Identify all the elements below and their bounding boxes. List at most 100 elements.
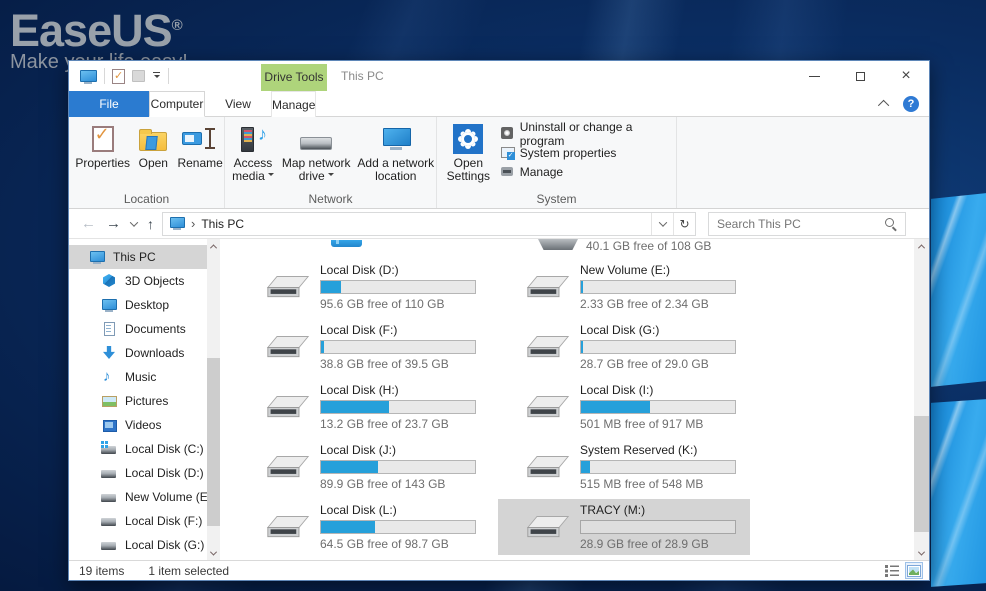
new-folder-quick-icon[interactable] (132, 70, 145, 82)
capacity-bar-fill (581, 401, 650, 413)
drive-free-text: 89.9 GB free of 143 GB (320, 477, 476, 491)
drive-item[interactable]: Local Disk (H:) 13.2 GB free of 23.7 GB (238, 379, 490, 435)
ribbon-tab-label: View (225, 97, 251, 111)
details-view-icon[interactable] (883, 562, 901, 579)
scroll-up-icon[interactable] (914, 239, 929, 254)
sidebar-item-label: Pictures (125, 394, 168, 408)
sidebar-item[interactable]: Documents (69, 317, 207, 341)
drive-name: System Reserved (K:) (580, 443, 736, 457)
drive-item[interactable]: Local Disk (F:) 38.8 GB free of 39.5 GB (238, 319, 490, 375)
breadcrumb[interactable]: This PC (201, 217, 244, 231)
sidebar-scrollbar[interactable] (207, 239, 220, 561)
sidebar-scrollbar-thumb[interactable] (207, 358, 220, 525)
partial-drive-free-text: 40.1 GB free of 108 GB (586, 239, 711, 253)
sidebar-item-icon (89, 249, 105, 265)
search-input[interactable] (709, 217, 869, 231)
address-dropdown-icon[interactable] (651, 213, 673, 235)
sidebar-item[interactable]: This PC (69, 245, 207, 269)
drive-item[interactable]: Local Disk (D:) 95.6 GB free of 110 GB (238, 259, 490, 315)
sidebar-item-label: Documents (125, 322, 186, 336)
customize-toolbar-arrow-icon[interactable] (152, 72, 161, 81)
drive-item[interactable]: Local Disk (L:) 64.5 GB free of 98.7 GB (238, 499, 490, 555)
sidebar-item[interactable]: Pictures (69, 389, 207, 413)
sidebar-item-icon (101, 297, 117, 313)
capacity-bar (580, 520, 736, 534)
minimize-button[interactable] (791, 61, 837, 91)
maximize-button[interactable] (837, 61, 883, 91)
drive-free-text: 38.8 GB free of 39.5 GB (320, 357, 476, 371)
drive-icon (266, 455, 320, 480)
main-scrollbar[interactable] (914, 239, 929, 561)
scroll-down-icon[interactable] (207, 546, 220, 561)
sidebar-item-icon (101, 489, 117, 505)
capacity-bar (320, 460, 476, 474)
sidebar-item[interactable]: New Volume (E:) (69, 485, 207, 509)
settings-gear-icon (453, 124, 483, 154)
forward-icon[interactable]: → (106, 215, 121, 232)
files-area: 40.1 GB free of 108 GB Local Di (220, 239, 916, 561)
sidebar-item-icon (101, 537, 117, 553)
title-bar[interactable]: Drive Tools This PC × (69, 61, 929, 91)
refresh-icon[interactable]: ↻ (673, 213, 695, 235)
drive-item[interactable]: Local Disk (J:) 89.9 GB free of 143 GB (238, 439, 490, 495)
sidebar-item[interactable]: Videos (69, 413, 207, 437)
sidebar-item[interactable]: Music (69, 365, 207, 389)
scroll-up-icon[interactable] (207, 239, 220, 254)
sidebar-item[interactable]: Local Disk (G:) (69, 533, 207, 557)
sidebar-item-icon (101, 441, 117, 457)
add-network-location-label: Add a network location (356, 157, 436, 183)
drive-item[interactable]: TRACY (M:) 28.9 GB free of 28.9 GB (498, 499, 750, 555)
sidebar-item[interactable]: Local Disk (F:) (69, 509, 207, 533)
sidebar-item-label: Local Disk (D:) (125, 466, 204, 480)
system-menu-item[interactable]: Manage (500, 162, 676, 181)
open-folder-icon (139, 132, 167, 151)
sidebar-item[interactable]: Downloads (69, 341, 207, 365)
breadcrumb-separator: › (191, 216, 195, 231)
ribbon-tab[interactable]: Computer (149, 91, 205, 117)
system-menu-item[interactable]: Uninstall or change a program (500, 124, 676, 143)
drive-free-text: 28.7 GB free of 29.0 GB (580, 357, 736, 371)
scroll-down-icon[interactable] (914, 546, 929, 561)
up-icon[interactable]: ↑ (147, 216, 154, 232)
back-icon[interactable]: ← (81, 215, 96, 232)
toolbar-separator (168, 68, 169, 84)
sidebar-item-icon (101, 273, 117, 289)
drive-tools-contextual-tab[interactable]: Drive Tools (261, 64, 327, 91)
sidebar-item[interactable]: Desktop (69, 293, 207, 317)
thumbnail-view-icon[interactable] (905, 562, 923, 579)
drive-item[interactable]: System Reserved (K:) 515 MB free of 548 … (498, 439, 750, 495)
capacity-bar (580, 280, 736, 294)
help-icon[interactable]: ? (903, 96, 919, 112)
system-menu-item[interactable]: System properties (500, 143, 676, 162)
drive-item[interactable]: Local Disk (I:) 501 MB free of 917 MB (498, 379, 750, 435)
drive-free-text: 64.5 GB free of 98.7 GB (320, 537, 476, 551)
partial-folder-icon (331, 240, 362, 247)
address-breadcrumb-bar[interactable]: › This PC ↻ (162, 212, 696, 236)
ribbon-tab[interactable]: View (205, 91, 271, 117)
sidebar-item[interactable]: Local Disk (D:) (69, 461, 207, 485)
search-box[interactable] (708, 212, 906, 236)
recent-locations-chevron-icon[interactable] (130, 218, 138, 226)
navigation-pane: This PC 3D Objects Desktop Documents (69, 239, 207, 561)
drive-item[interactable]: New Volume (E:) 2.33 GB free of 2.34 GB (498, 259, 750, 315)
ribbon-tab[interactable]: File (69, 91, 149, 117)
ribbon-group-network: ♪ Access media Map network drive Add a n… (225, 117, 437, 208)
sidebar-item[interactable]: Local Disk (C:) (69, 437, 207, 461)
properties-quick-icon[interactable] (112, 69, 125, 84)
drive-icon (526, 455, 580, 480)
system-item-label: Manage (520, 165, 563, 179)
ribbon-group-system: Open Settings Uninstall or change a prog… (437, 117, 677, 208)
close-button[interactable]: × (883, 61, 929, 91)
main-scrollbar-thumb[interactable] (914, 416, 929, 532)
drive-item[interactable]: Local Disk (G:) 28.7 GB free of 29.0 GB (498, 319, 750, 375)
ribbon-tab[interactable]: Manage (271, 91, 316, 117)
computer-icon[interactable] (79, 69, 97, 84)
sidebar-item-label: Downloads (125, 346, 184, 360)
sidebar-item-icon (101, 465, 117, 481)
capacity-bar (580, 340, 736, 354)
rename-label: Rename (177, 157, 222, 170)
sidebar-item[interactable]: 3D Objects (69, 269, 207, 293)
drive-name: Local Disk (G:) (580, 323, 736, 337)
sidebar-item-label: Local Disk (G:) (125, 538, 204, 552)
map-network-drive-label: Map network drive (279, 157, 354, 183)
